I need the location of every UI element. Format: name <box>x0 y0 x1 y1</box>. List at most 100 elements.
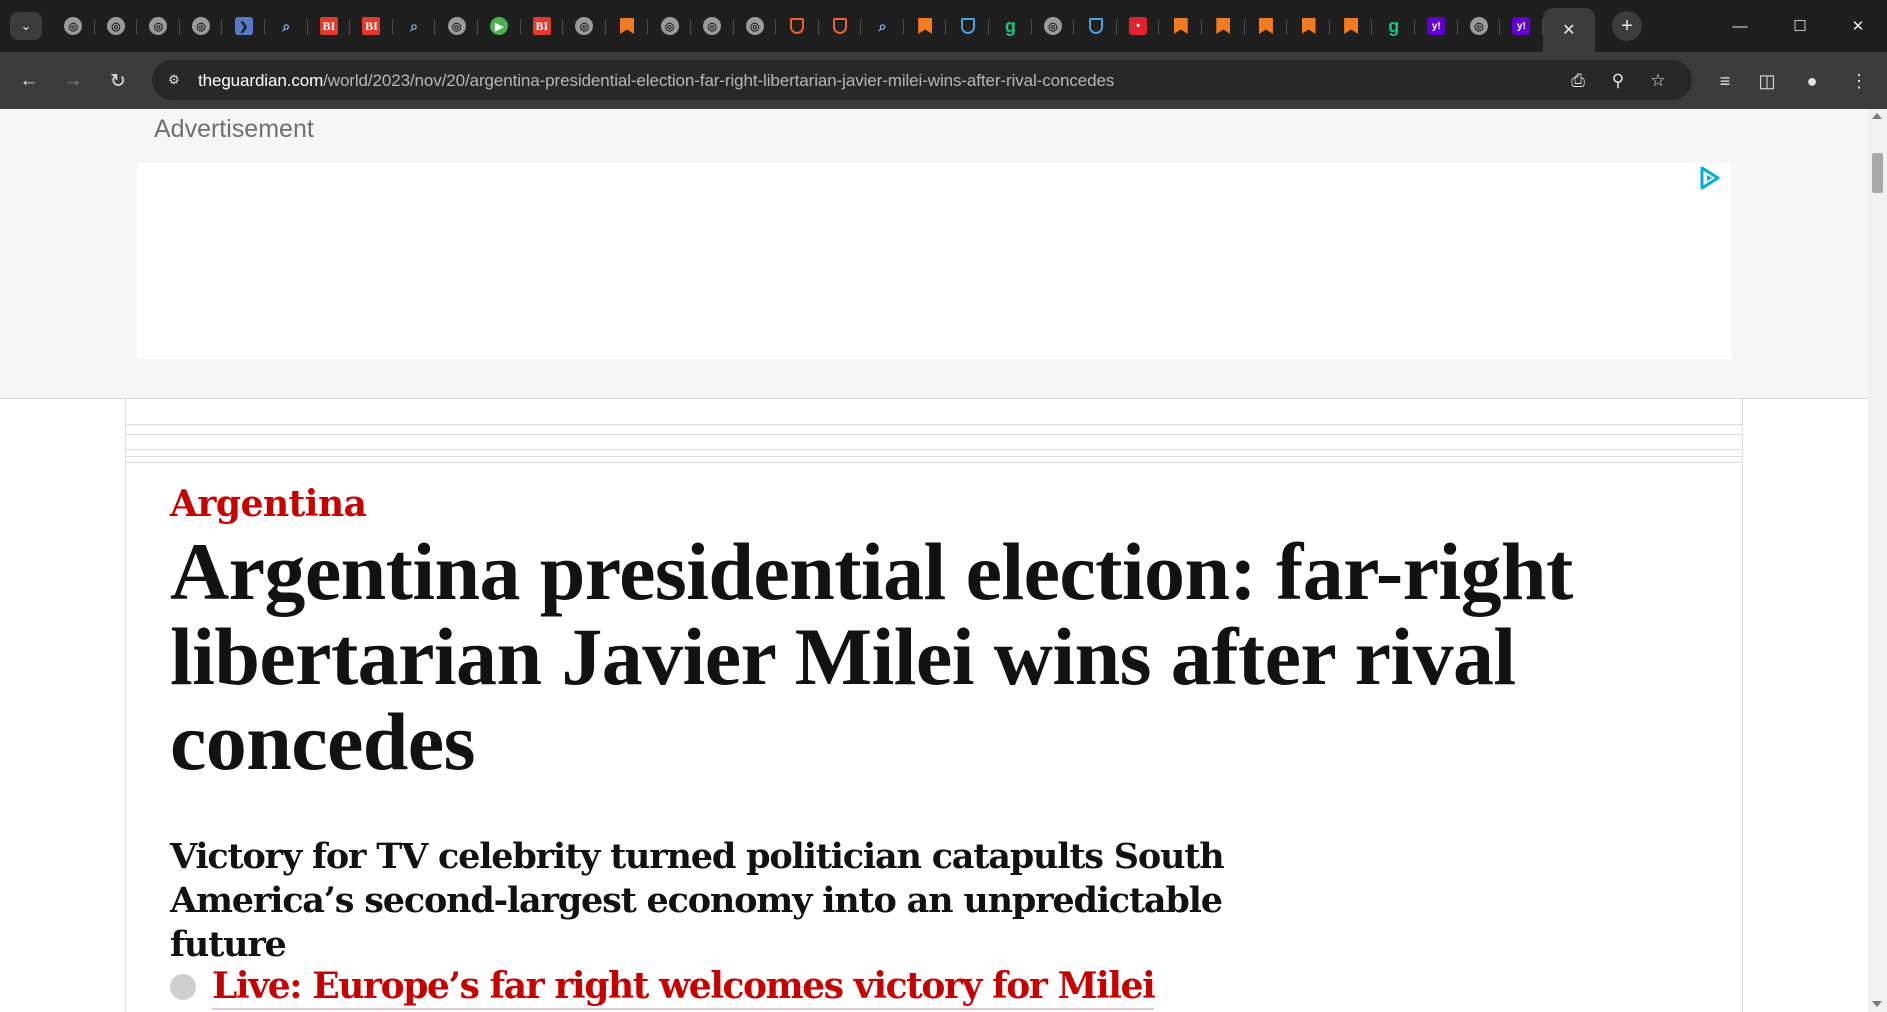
browser-tab[interactable]: ⌕ <box>265 8 308 44</box>
forward-button[interactable]: → <box>58 66 88 96</box>
page-viewport: Advertisement Argentina Argentina presid… <box>0 109 1868 1012</box>
g-icon: g <box>1004 15 1016 36</box>
browser-tab[interactable]: ◎ <box>648 8 691 44</box>
browser-tab[interactable]: g <box>1372 8 1415 44</box>
install-app-button[interactable]: ⎙ <box>1566 69 1590 93</box>
ad-slot[interactable] <box>137 163 1731 359</box>
divider <box>126 449 1742 450</box>
url-host: theguardian.com <box>198 71 324 90</box>
browser-tab[interactable]: ⌕ <box>393 8 436 44</box>
browser-tab[interactable]: ◎ <box>691 8 734 44</box>
plus-icon: + <box>1621 14 1633 37</box>
bi-icon: BI <box>532 17 551 35</box>
star-icon: ☆ <box>1650 71 1666 90</box>
maximize-button[interactable]: ☐ <box>1780 12 1820 40</box>
browser-tab[interactable] <box>1330 8 1373 44</box>
browser-tab[interactable] <box>1287 8 1330 44</box>
yahoo-icon: y! <box>1512 17 1531 35</box>
tab-strip: ⌄ ◎ ◎ ◎ ◎ ❯ ⌕ BI BI ⌕ ◎ ▶ BI ◎ ◎ ◎ ◎ ⌕ g ◎ • g y! ◎ y! ✕ + — ☐ ✕ <box>0 0 1887 52</box>
browser-tab[interactable] <box>946 8 989 44</box>
browser-tab[interactable]: ◎ <box>137 8 180 44</box>
browser-tab[interactable]: ◎ <box>734 8 777 44</box>
browser-tab[interactable]: BI <box>308 8 351 44</box>
minimize-button[interactable]: — <box>1720 12 1760 40</box>
side-panel-button[interactable]: ◫ <box>1752 66 1782 96</box>
article-standfirst: Victory for TV celebrity turned politici… <box>170 836 1225 965</box>
bookmark-icon <box>618 17 636 35</box>
scrollbar-thumb[interactable] <box>1872 153 1883 193</box>
browser-tab[interactable]: • <box>1117 8 1160 44</box>
divider <box>126 456 1742 457</box>
menu-button[interactable]: ⋮ <box>1844 66 1874 96</box>
browser-tab[interactable]: BI <box>350 8 393 44</box>
shield-icon <box>788 17 806 35</box>
g-icon: g <box>1388 15 1400 36</box>
bookmark-star-button[interactable]: ☆ <box>1646 69 1670 93</box>
live-blog-link-row: Live: Europe’s far right welcomes victor… <box>170 964 1156 1010</box>
browser-tab[interactable]: ◎ <box>52 8 95 44</box>
search-icon: ⌕ <box>410 17 418 34</box>
active-browser-tab[interactable]: ✕ <box>1542 8 1595 52</box>
browser-tab[interactable] <box>1159 8 1202 44</box>
reading-list-button[interactable]: ≡ <box>1710 66 1740 96</box>
browser-tab[interactable] <box>606 8 649 44</box>
browser-tab[interactable] <box>1202 8 1245 44</box>
site-info-button[interactable]: ⚙ <box>164 70 184 90</box>
person-icon: ● <box>1806 70 1818 91</box>
reload-button[interactable]: ↻ <box>103 66 133 96</box>
browser-tab[interactable]: ◎ <box>435 8 478 44</box>
url-text[interactable]: theguardian.com/world/2023/nov/20/argent… <box>198 71 1114 91</box>
browser-tab[interactable]: ◎ <box>180 8 223 44</box>
browser-tab[interactable] <box>1074 8 1117 44</box>
zoom-button[interactable]: ⚲ <box>1606 69 1630 93</box>
browser-tab[interactable]: ▶ <box>478 8 521 44</box>
globe-icon: ◎ <box>660 17 679 35</box>
tab-list: ◎ ◎ ◎ ◎ ❯ ⌕ BI BI ⌕ ◎ ▶ BI ◎ ◎ ◎ ◎ ⌕ g ◎ • g y! ◎ y! ✕ <box>52 8 1595 52</box>
browser-tab[interactable]: ◎ <box>563 8 606 44</box>
bookmark-icon <box>1214 17 1232 35</box>
live-dot-icon <box>170 974 196 1000</box>
play-icon: ▶ <box>490 17 509 35</box>
browser-tab[interactable]: g <box>989 8 1032 44</box>
browser-toolbar: ← → ↻ ⚙ theguardian.com/world/2023/nov/2… <box>0 52 1887 109</box>
browser-tab[interactable] <box>1245 8 1288 44</box>
vertical-scrollbar[interactable] <box>1868 109 1887 1012</box>
globe-icon: ◎ <box>192 17 211 35</box>
reload-icon: ↻ <box>110 70 126 92</box>
shield-blue-icon <box>1087 17 1105 35</box>
browser-tab[interactable]: ◎ <box>1032 8 1075 44</box>
bookmark-icon <box>1172 17 1190 35</box>
tab-close-icon[interactable]: ✕ <box>1562 20 1575 40</box>
article-headline: Argentina presidential election: far-rig… <box>170 526 1573 787</box>
address-bar[interactable]: ⚙ theguardian.com/world/2023/nov/20/arge… <box>152 60 1692 100</box>
globe-icon: ◎ <box>1043 17 1062 35</box>
globe-icon: ◎ <box>149 17 168 35</box>
close-window-button[interactable]: ✕ <box>1838 12 1878 40</box>
install-icon: ⎙ <box>1571 71 1585 90</box>
browser-tab[interactable]: ◎ <box>1458 8 1501 44</box>
browser-tab[interactable]: BI <box>521 8 564 44</box>
back-button[interactable]: ← <box>14 66 44 96</box>
globe-icon: ◎ <box>64 17 83 35</box>
minimize-icon: — <box>1732 17 1748 35</box>
browser-tab[interactable]: ◎ <box>95 8 138 44</box>
browser-tab[interactable]: y! <box>1415 8 1458 44</box>
scroll-down-arrow-icon[interactable] <box>1872 1001 1882 1007</box>
divider <box>126 434 1742 435</box>
browser-tab[interactable] <box>819 8 862 44</box>
browser-tab[interactable]: ⌕ <box>861 8 904 44</box>
bi-icon: BI <box>362 17 381 35</box>
adchoices-icon[interactable] <box>1697 165 1723 191</box>
bi-icon: BI <box>319 17 338 35</box>
browser-tab[interactable]: ❯ <box>222 8 265 44</box>
live-blog-link[interactable]: Live: Europe’s far right welcomes victor… <box>212 964 1156 1010</box>
maximize-icon: ☐ <box>1793 18 1807 35</box>
section-kicker-link[interactable]: Argentina <box>170 483 367 525</box>
browser-tab[interactable] <box>776 8 819 44</box>
browser-tab[interactable]: y! <box>1500 8 1543 44</box>
profile-button[interactable]: ● <box>1797 66 1827 96</box>
scroll-up-arrow-icon[interactable] <box>1872 113 1882 119</box>
browser-tab[interactable] <box>904 8 947 44</box>
new-tab-button[interactable]: + <box>1612 11 1642 41</box>
tab-search-button[interactable]: ⌄ <box>10 12 42 40</box>
